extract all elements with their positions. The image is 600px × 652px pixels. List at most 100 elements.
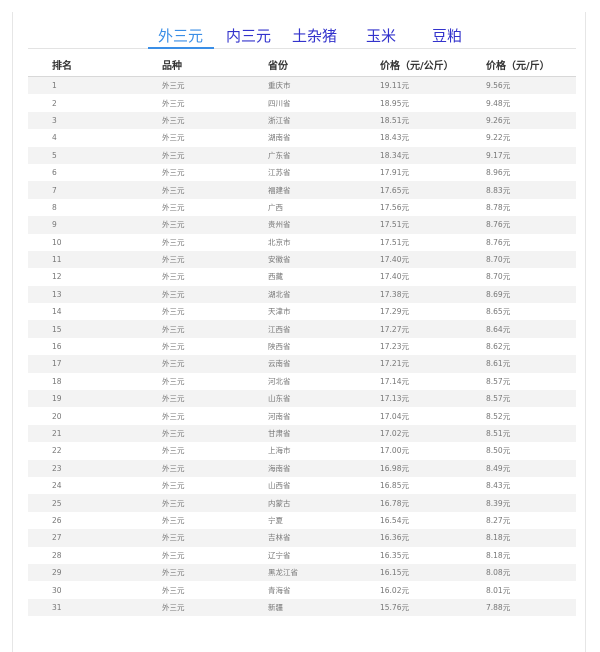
rank-cell: 18	[52, 376, 62, 386]
price-kg-cell: 18.95元	[380, 98, 409, 108]
province-cell: 江西省	[268, 320, 380, 338]
province-cell: 云南省	[268, 355, 380, 373]
table-row: 1 外三元 重庆市 19.11元 9.56元	[28, 76, 576, 95]
rank-cell: 9	[28, 216, 162, 234]
variety-cell: 外三元	[162, 515, 185, 525]
price-jin-cell: 9.26元	[486, 111, 576, 130]
province-cell: 北京市	[268, 237, 291, 247]
price-jin-cell: 8.76元	[486, 216, 576, 234]
province-cell: 四川省	[268, 98, 291, 108]
price-jin-cell: 8.08元	[486, 563, 576, 582]
price-kg-cell: 17.51元	[380, 216, 486, 234]
price-jin-cell: 8.18元	[486, 529, 576, 547]
price-kg-cell: 17.38元	[380, 285, 486, 304]
table-row: 11 外三元 安徽省 17.40元 8.70元	[28, 250, 576, 269]
price-kg-cell: 17.56元	[380, 202, 409, 212]
price-kg-cell: 16.85元	[380, 481, 409, 491]
variety-cell: 外三元	[162, 111, 268, 130]
price-jin-cell: 8.57元	[486, 390, 576, 408]
rank-cell: 16	[52, 342, 62, 352]
rank-cell: 15	[28, 320, 162, 338]
tab-wai-san-yuan[interactable]: 外三元	[158, 26, 203, 46]
price-jin-cell: 8.70元	[486, 250, 576, 269]
table-row: 2 外三元 四川省 18.95元 9.48元	[28, 94, 576, 111]
tab-tu-za-zhu[interactable]: 土杂猪	[292, 26, 337, 46]
price-jin-cell: 8.64元	[486, 320, 576, 338]
price-jin-cell: 8.43元	[486, 481, 511, 491]
variety-cell: 外三元	[162, 355, 268, 373]
price-kg-cell: 18.51元	[380, 111, 486, 130]
rank-cell: 14	[52, 307, 62, 317]
rank-cell: 23	[28, 459, 162, 477]
variety-cell: 外三元	[162, 529, 268, 547]
table-row: 25 外三元 内蒙古 16.78元 8.39元	[28, 494, 576, 512]
province-cell: 贵州省	[268, 216, 380, 234]
province-cell: 上海市	[268, 446, 291, 456]
variety-cell: 外三元	[162, 181, 268, 199]
price-jin-cell: 8.01元	[486, 585, 511, 595]
variety-cell: 外三元	[162, 446, 185, 456]
province-cell: 青海省	[268, 585, 291, 595]
province-cell: 重庆市	[268, 76, 380, 95]
price-kg-cell: 19.11元	[380, 76, 486, 95]
table-row: 4 外三元 湖南省 18.43元 9.22元	[28, 129, 576, 146]
table-row: 18 外三元 河北省 17.14元 8.57元	[28, 373, 576, 390]
price-kg-cell: 18.43元	[380, 133, 409, 143]
rank-cell: 21	[28, 424, 162, 443]
price-jin-cell: 8.27元	[486, 515, 511, 525]
table-row: 28 外三元 辽宁省 16.35元 8.18元	[28, 547, 576, 564]
price-kg-cell: 17.65元	[380, 181, 486, 199]
province-cell: 安徽省	[268, 250, 380, 269]
table-row: 16 外三元 陕西省 17.23元 8.62元	[28, 338, 576, 355]
header-rank: 排名	[28, 52, 162, 77]
table-row: 31 外三元 新疆 15.76元 7.88元	[28, 598, 576, 617]
rank-cell: 17	[28, 355, 162, 373]
rank-cell: 27	[28, 529, 162, 547]
price-kg-cell: 17.21元	[380, 355, 486, 373]
tab-yu-mi[interactable]: 玉米	[366, 26, 396, 46]
province-cell: 辽宁省	[268, 550, 291, 560]
variety-cell: 外三元	[162, 459, 268, 477]
province-cell: 宁夏	[268, 515, 283, 525]
tab-nei-san-yuan[interactable]: 内三元	[226, 26, 271, 46]
table-row: 24 外三元 山西省 16.85元 8.43元	[28, 477, 576, 494]
price-kg-cell: 17.02元	[380, 424, 486, 443]
province-cell: 山东省	[268, 390, 380, 408]
rank-cell: 20	[52, 411, 62, 421]
rank-cell: 7	[28, 181, 162, 199]
tab-dou-po[interactable]: 豆粕	[432, 26, 462, 46]
price-jin-cell: 8.65元	[486, 307, 511, 317]
table-row: 17 外三元 云南省 17.21元 8.61元	[28, 355, 576, 373]
variety-cell: 外三元	[162, 76, 268, 95]
price-kg-cell: 17.91元	[380, 168, 409, 178]
table-row: 21 外三元 甘肃省 17.02元 8.51元	[28, 424, 576, 443]
price-jin-cell: 9.48元	[486, 98, 511, 108]
rank-cell: 11	[28, 250, 162, 269]
table-row: 19 外三元 山东省 17.13元 8.57元	[28, 390, 576, 408]
variety-cell: 外三元	[162, 146, 268, 164]
variety-cell: 外三元	[162, 285, 268, 304]
variety-cell: 外三元	[162, 168, 185, 178]
price-jin-cell: 8.52元	[486, 411, 511, 421]
price-jin-cell: 8.83元	[486, 181, 576, 199]
province-cell: 福建省	[268, 181, 380, 199]
price-kg-cell: 17.14元	[380, 376, 409, 386]
table-row: 20 外三元 河南省 17.04元 8.52元	[28, 407, 576, 424]
rank-cell: 31	[28, 598, 162, 617]
variety-cell: 外三元	[162, 585, 185, 595]
variety-cell: 外三元	[162, 98, 185, 108]
rank-cell: 25	[28, 494, 162, 512]
active-tab-indicator	[148, 47, 214, 49]
price-ranking-table: 排名 品种 省份 价格（元/公斤） 价格（元/斤） 1 外三元 重庆市 19.11元 9…	[28, 52, 576, 617]
header-province: 省份	[268, 52, 380, 77]
price-jin-cell: 8.18元	[486, 550, 511, 560]
table-row: 27 外三元 吉林省 16.36元 8.18元	[28, 529, 576, 547]
variety-cell: 外三元	[162, 216, 268, 234]
rank-cell: 12	[52, 272, 62, 282]
table-row: 3 外三元 浙江省 18.51元 9.26元	[28, 111, 576, 130]
rank-cell: 3	[28, 111, 162, 130]
table-row: 13 外三元 湖北省 17.38元 8.69元	[28, 285, 576, 304]
rank-cell: 29	[28, 563, 162, 582]
price-kg-cell: 15.76元	[380, 598, 486, 617]
variety-cell: 外三元	[162, 411, 185, 421]
